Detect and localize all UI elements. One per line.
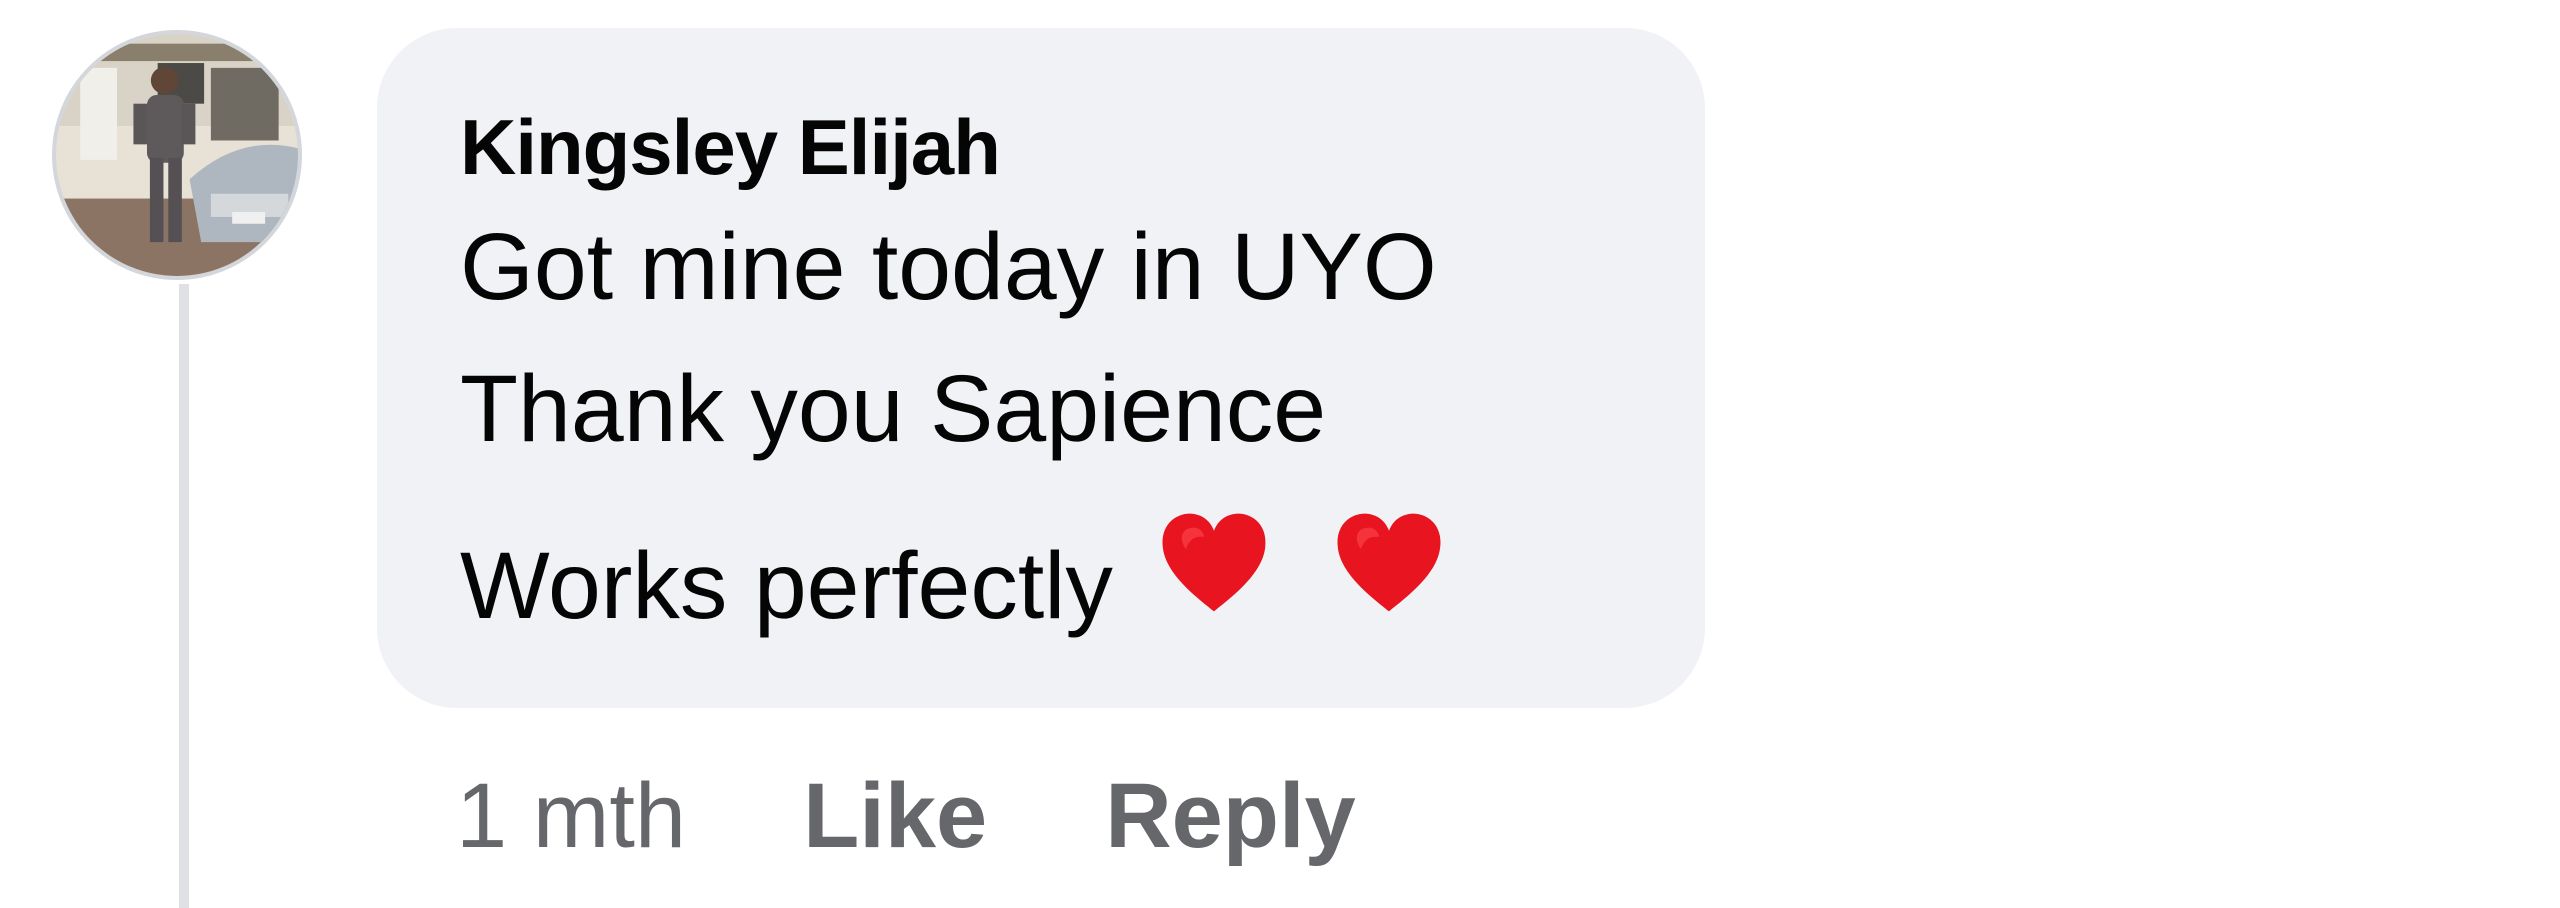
comment-text-line-3-text: Works perfectly: [460, 533, 1113, 639]
red-heart-icon: [1153, 504, 1275, 626]
emoji-group: [1153, 504, 1477, 642]
like-button[interactable]: Like: [803, 770, 987, 862]
red-heart-icon: [1328, 504, 1450, 626]
comment-author[interactable]: Kingsley Elijah: [460, 108, 1705, 186]
comment-bubble: Kingsley Elijah Got mine today in UYO Th…: [377, 28, 1705, 708]
comment-actions: 1 mth Like Reply: [456, 766, 1474, 866]
comment-text-line-1: Got mine today in UYO: [460, 214, 1437, 320]
thread-line: [179, 284, 189, 908]
avatar[interactable]: [52, 30, 302, 280]
comment-text-line-2: Thank you Sapience: [460, 356, 1327, 462]
avatar-photo: [56, 34, 298, 276]
comment-text-line-3: Works perfectly: [460, 504, 1705, 646]
comment-timestamp[interactable]: 1 mth: [456, 770, 686, 862]
reply-button[interactable]: Reply: [1105, 770, 1356, 862]
